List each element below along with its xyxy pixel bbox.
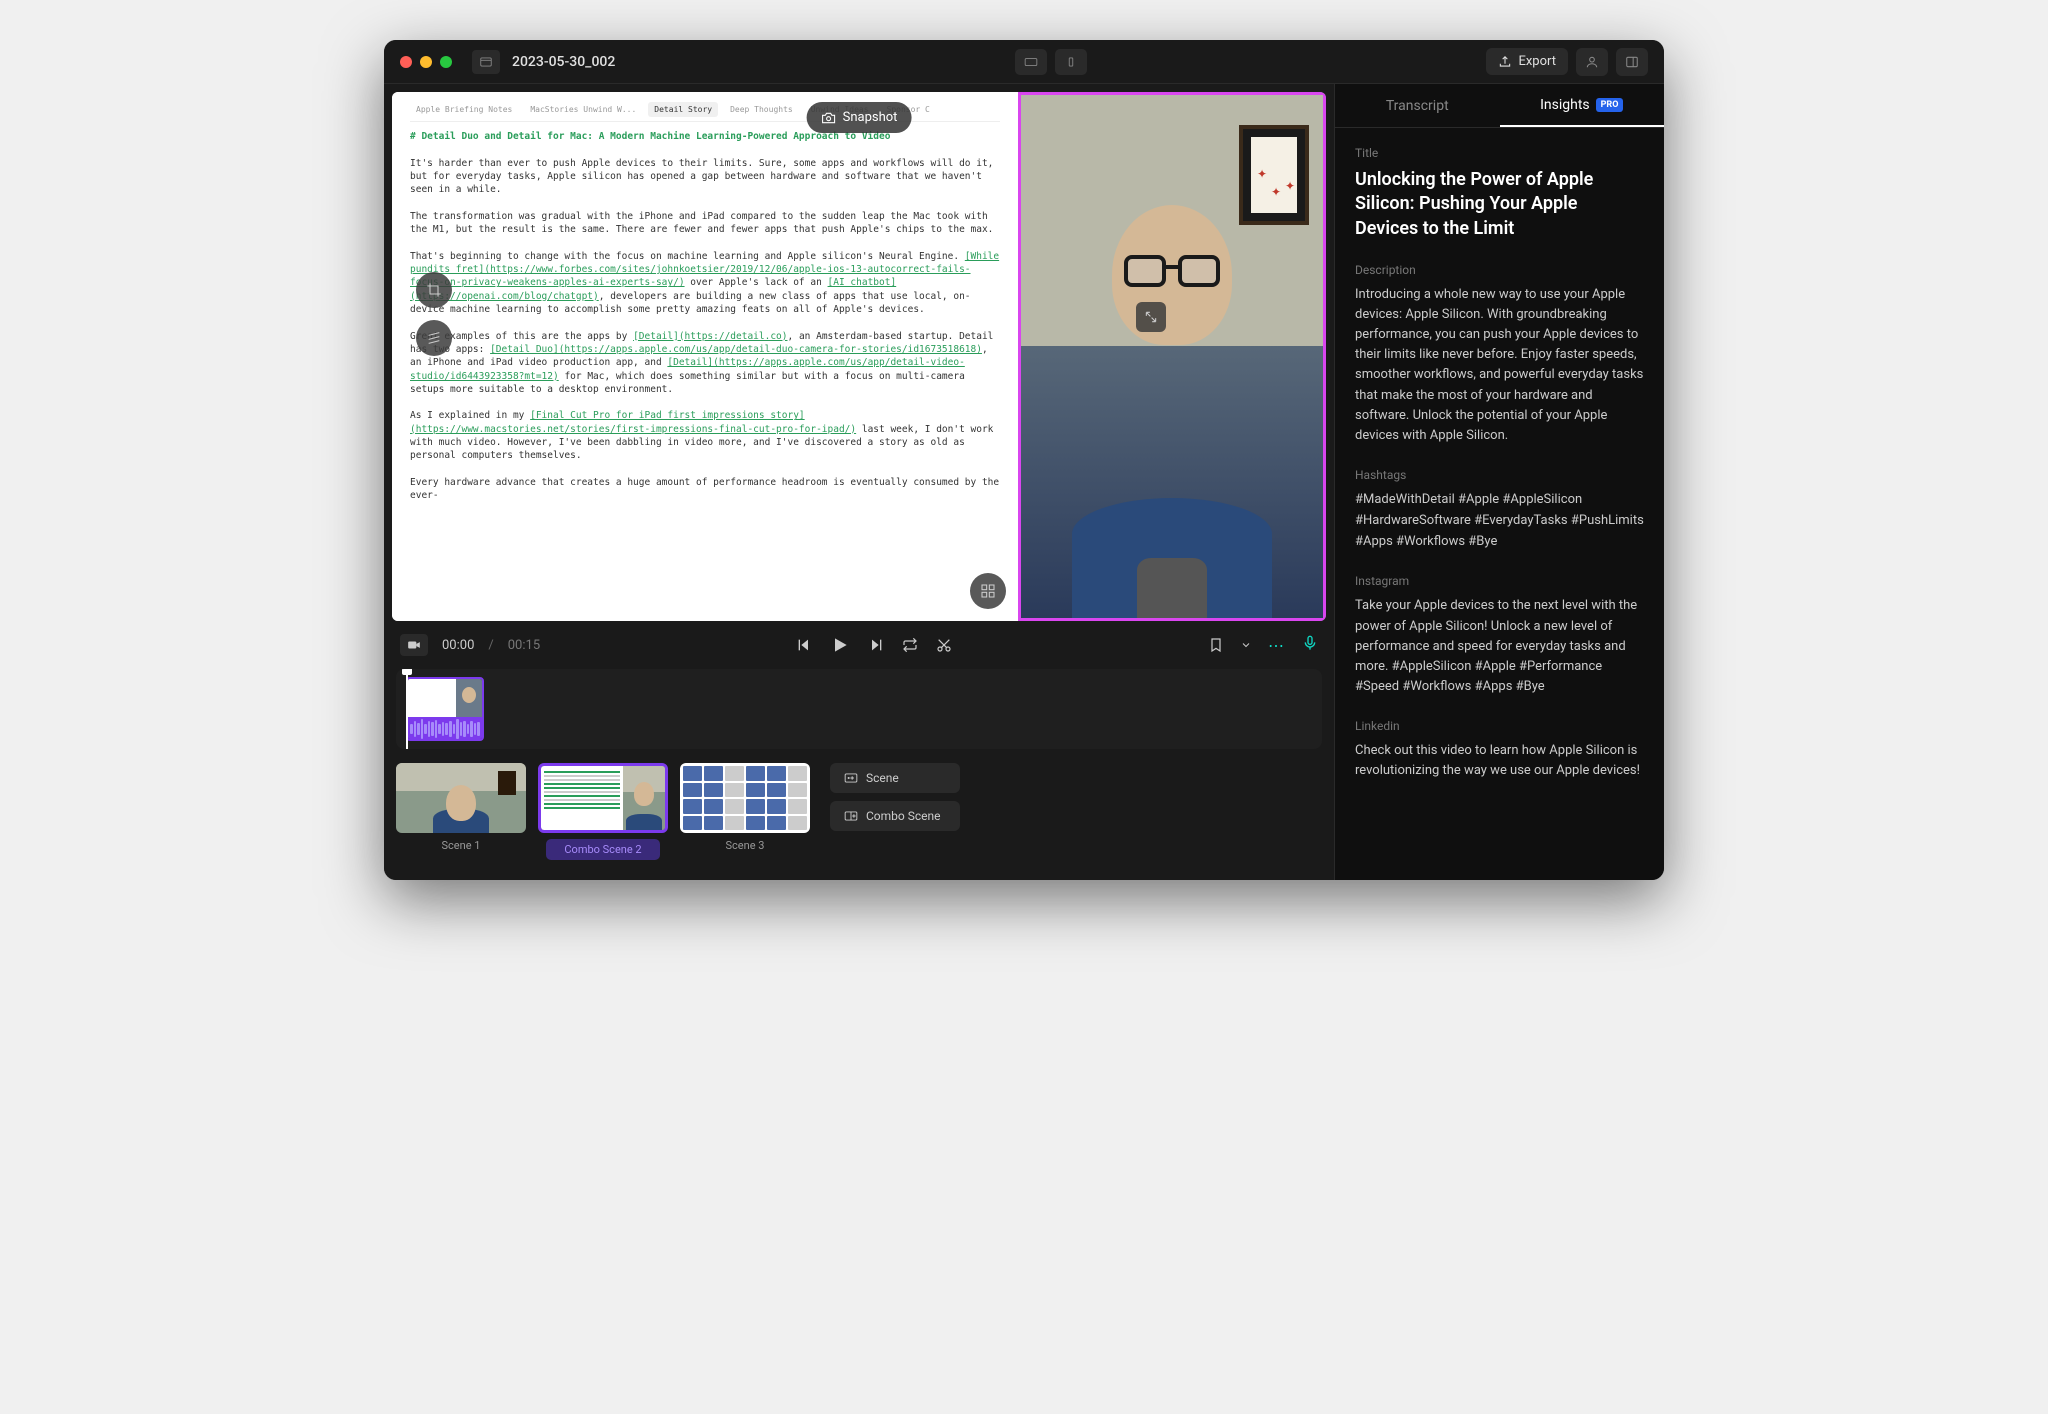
insight-instagram: Take your Apple devices to the next leve… <box>1355 596 1644 697</box>
layout-grid-button[interactable] <box>970 573 1006 609</box>
effects-button[interactable] <box>416 320 452 356</box>
camera-icon <box>821 111 837 125</box>
crop-tool-button[interactable] <box>416 272 452 308</box>
description-section-label: Description <box>1355 263 1644 277</box>
transport-bar: 00:00 / 00:15 ⋯ <box>384 621 1334 669</box>
grid-icon <box>980 583 996 599</box>
webcam-source[interactable]: ✦✦✦ <box>1018 92 1326 621</box>
timeline[interactable] <box>396 669 1322 749</box>
account-button[interactable] <box>1576 48 1608 76</box>
export-label: Export <box>1518 54 1556 69</box>
insights-panel: Transcript Insights PRO Title Unlocking … <box>1334 84 1664 880</box>
doc-paragraph: That's beginning to change with the focu… <box>410 250 1000 316</box>
panel-toggle-button[interactable] <box>1616 48 1648 76</box>
scene-item[interactable]: Combo Scene 2 <box>538 763 668 860</box>
webcam-feed: ✦✦✦ <box>1021 95 1323 618</box>
scene-thumbnail[interactable] <box>680 763 810 833</box>
panel-tabs: Transcript Insights PRO <box>1335 84 1664 128</box>
zoom-window-button[interactable] <box>440 56 452 68</box>
scene-label: Scene 3 <box>726 839 765 852</box>
microphone-icon <box>1302 635 1318 651</box>
bookmark-button[interactable] <box>1208 637 1224 653</box>
camera-indicator[interactable] <box>400 634 428 656</box>
document-icon <box>472 50 500 74</box>
add-combo-scene-label: Combo Scene <box>866 809 941 823</box>
browser-tab: Apple Briefing Notes <box>410 102 518 117</box>
mobile-layout-button[interactable] <box>1055 49 1087 75</box>
insight-linkedin: Check out this video to learn how Apple … <box>1355 741 1644 781</box>
expand-source-button[interactable] <box>1136 302 1166 332</box>
scenes-row: Scene 1 Combo Scene 2 Scene 3 <box>384 749 1334 880</box>
instagram-section-label: Instagram <box>1355 574 1644 588</box>
snapshot-button[interactable]: Snapshot <box>807 102 912 133</box>
mic-button[interactable] <box>1302 635 1318 655</box>
scene-item[interactable]: Scene 3 <box>680 763 810 852</box>
loop-button[interactable] <box>902 637 918 653</box>
titlebar: 2023-05-30_002 Export <box>384 40 1664 84</box>
editor-column: Apple Briefing Notes MacStories Unwind W… <box>384 84 1334 880</box>
playhead[interactable] <box>406 669 408 749</box>
browser-tab: Detail Story <box>648 102 718 117</box>
skip-forward-button[interactable] <box>868 637 884 653</box>
title-section-label: Title <box>1355 146 1644 160</box>
preview-canvas[interactable]: Apple Briefing Notes MacStories Unwind W… <box>392 92 1326 621</box>
add-combo-scene-button[interactable]: Combo Scene <box>830 801 960 831</box>
insight-title: Unlocking the Power of Apple Silicon: Pu… <box>1355 168 1644 241</box>
insight-hashtags: #MadeWithDetail #Apple #AppleSilicon #Ha… <box>1355 490 1644 552</box>
scene-label: Combo Scene 2 <box>546 839 659 860</box>
doc-paragraph: Great examples of this are the apps by [… <box>410 330 1000 396</box>
hashtags-section-label: Hashtags <box>1355 468 1644 482</box>
audio-waveform <box>408 717 482 741</box>
texture-icon <box>426 330 442 346</box>
scene-item[interactable]: Scene 1 <box>396 763 526 852</box>
scene-icon <box>844 772 858 784</box>
linkedin-section-label: Linkedin <box>1355 719 1644 733</box>
panel-body: Title Unlocking the Power of Apple Silic… <box>1335 128 1664 880</box>
current-time: 00:00 <box>442 638 474 653</box>
user-icon <box>1585 55 1599 69</box>
duration: 00:15 <box>508 638 540 653</box>
share-icon <box>1498 55 1512 69</box>
doc-paragraph: Every hardware advance that creates a hu… <box>410 476 1000 503</box>
chevron-down-icon[interactable] <box>1240 637 1252 653</box>
doc-paragraph: As I explained in my [Final Cut Pro for … <box>410 409 1000 462</box>
doc-paragraph: It's harder than ever to push Apple devi… <box>410 157 1000 197</box>
scene-thumbnail[interactable] <box>538 763 668 833</box>
combo-scene-icon <box>844 810 858 822</box>
browser-tab: Deep Thoughts <box>724 102 799 117</box>
add-scene-label: Scene <box>866 771 899 785</box>
time-separator: / <box>488 638 493 653</box>
more-options-button[interactable]: ⋯ <box>1268 636 1286 655</box>
pro-badge: PRO <box>1596 98 1624 112</box>
cut-button[interactable] <box>936 637 952 653</box>
skip-back-button[interactable] <box>796 637 812 653</box>
browser-tab: MacStories Unwind W... <box>524 102 642 117</box>
close-window-button[interactable] <box>400 56 412 68</box>
snapshot-label: Snapshot <box>843 110 898 125</box>
screenshare-source: Apple Briefing Notes MacStories Unwind W… <box>392 92 1018 621</box>
minimize-window-button[interactable] <box>420 56 432 68</box>
timeline-clip[interactable] <box>406 677 484 741</box>
app-window: 2023-05-30_002 Export Apple Briefing Not… <box>384 40 1664 880</box>
sidebar-icon <box>1625 55 1639 69</box>
scene-thumbnail[interactable] <box>396 763 526 833</box>
window-controls <box>400 56 452 68</box>
doc-paragraph: The transformation was gradual with the … <box>410 210 1000 237</box>
tab-transcript[interactable]: Transcript <box>1335 84 1500 127</box>
export-button[interactable]: Export <box>1486 48 1568 75</box>
tab-insights[interactable]: Insights PRO <box>1500 84 1665 127</box>
project-title: 2023-05-30_002 <box>512 54 615 70</box>
desktop-layout-button[interactable] <box>1015 49 1047 75</box>
camcorder-icon <box>407 640 421 650</box>
main-area: Apple Briefing Notes MacStories Unwind W… <box>384 84 1664 880</box>
add-scene-button[interactable]: Scene <box>830 763 960 793</box>
crop-icon <box>426 282 442 298</box>
play-button[interactable] <box>830 635 850 655</box>
doc-heading: # Detail Duo and Detail for Mac: A Moder… <box>410 130 1000 143</box>
insight-description: Introducing a whole new way to use your … <box>1355 285 1644 446</box>
expand-icon <box>1144 310 1158 324</box>
scene-label: Scene 1 <box>442 839 481 852</box>
